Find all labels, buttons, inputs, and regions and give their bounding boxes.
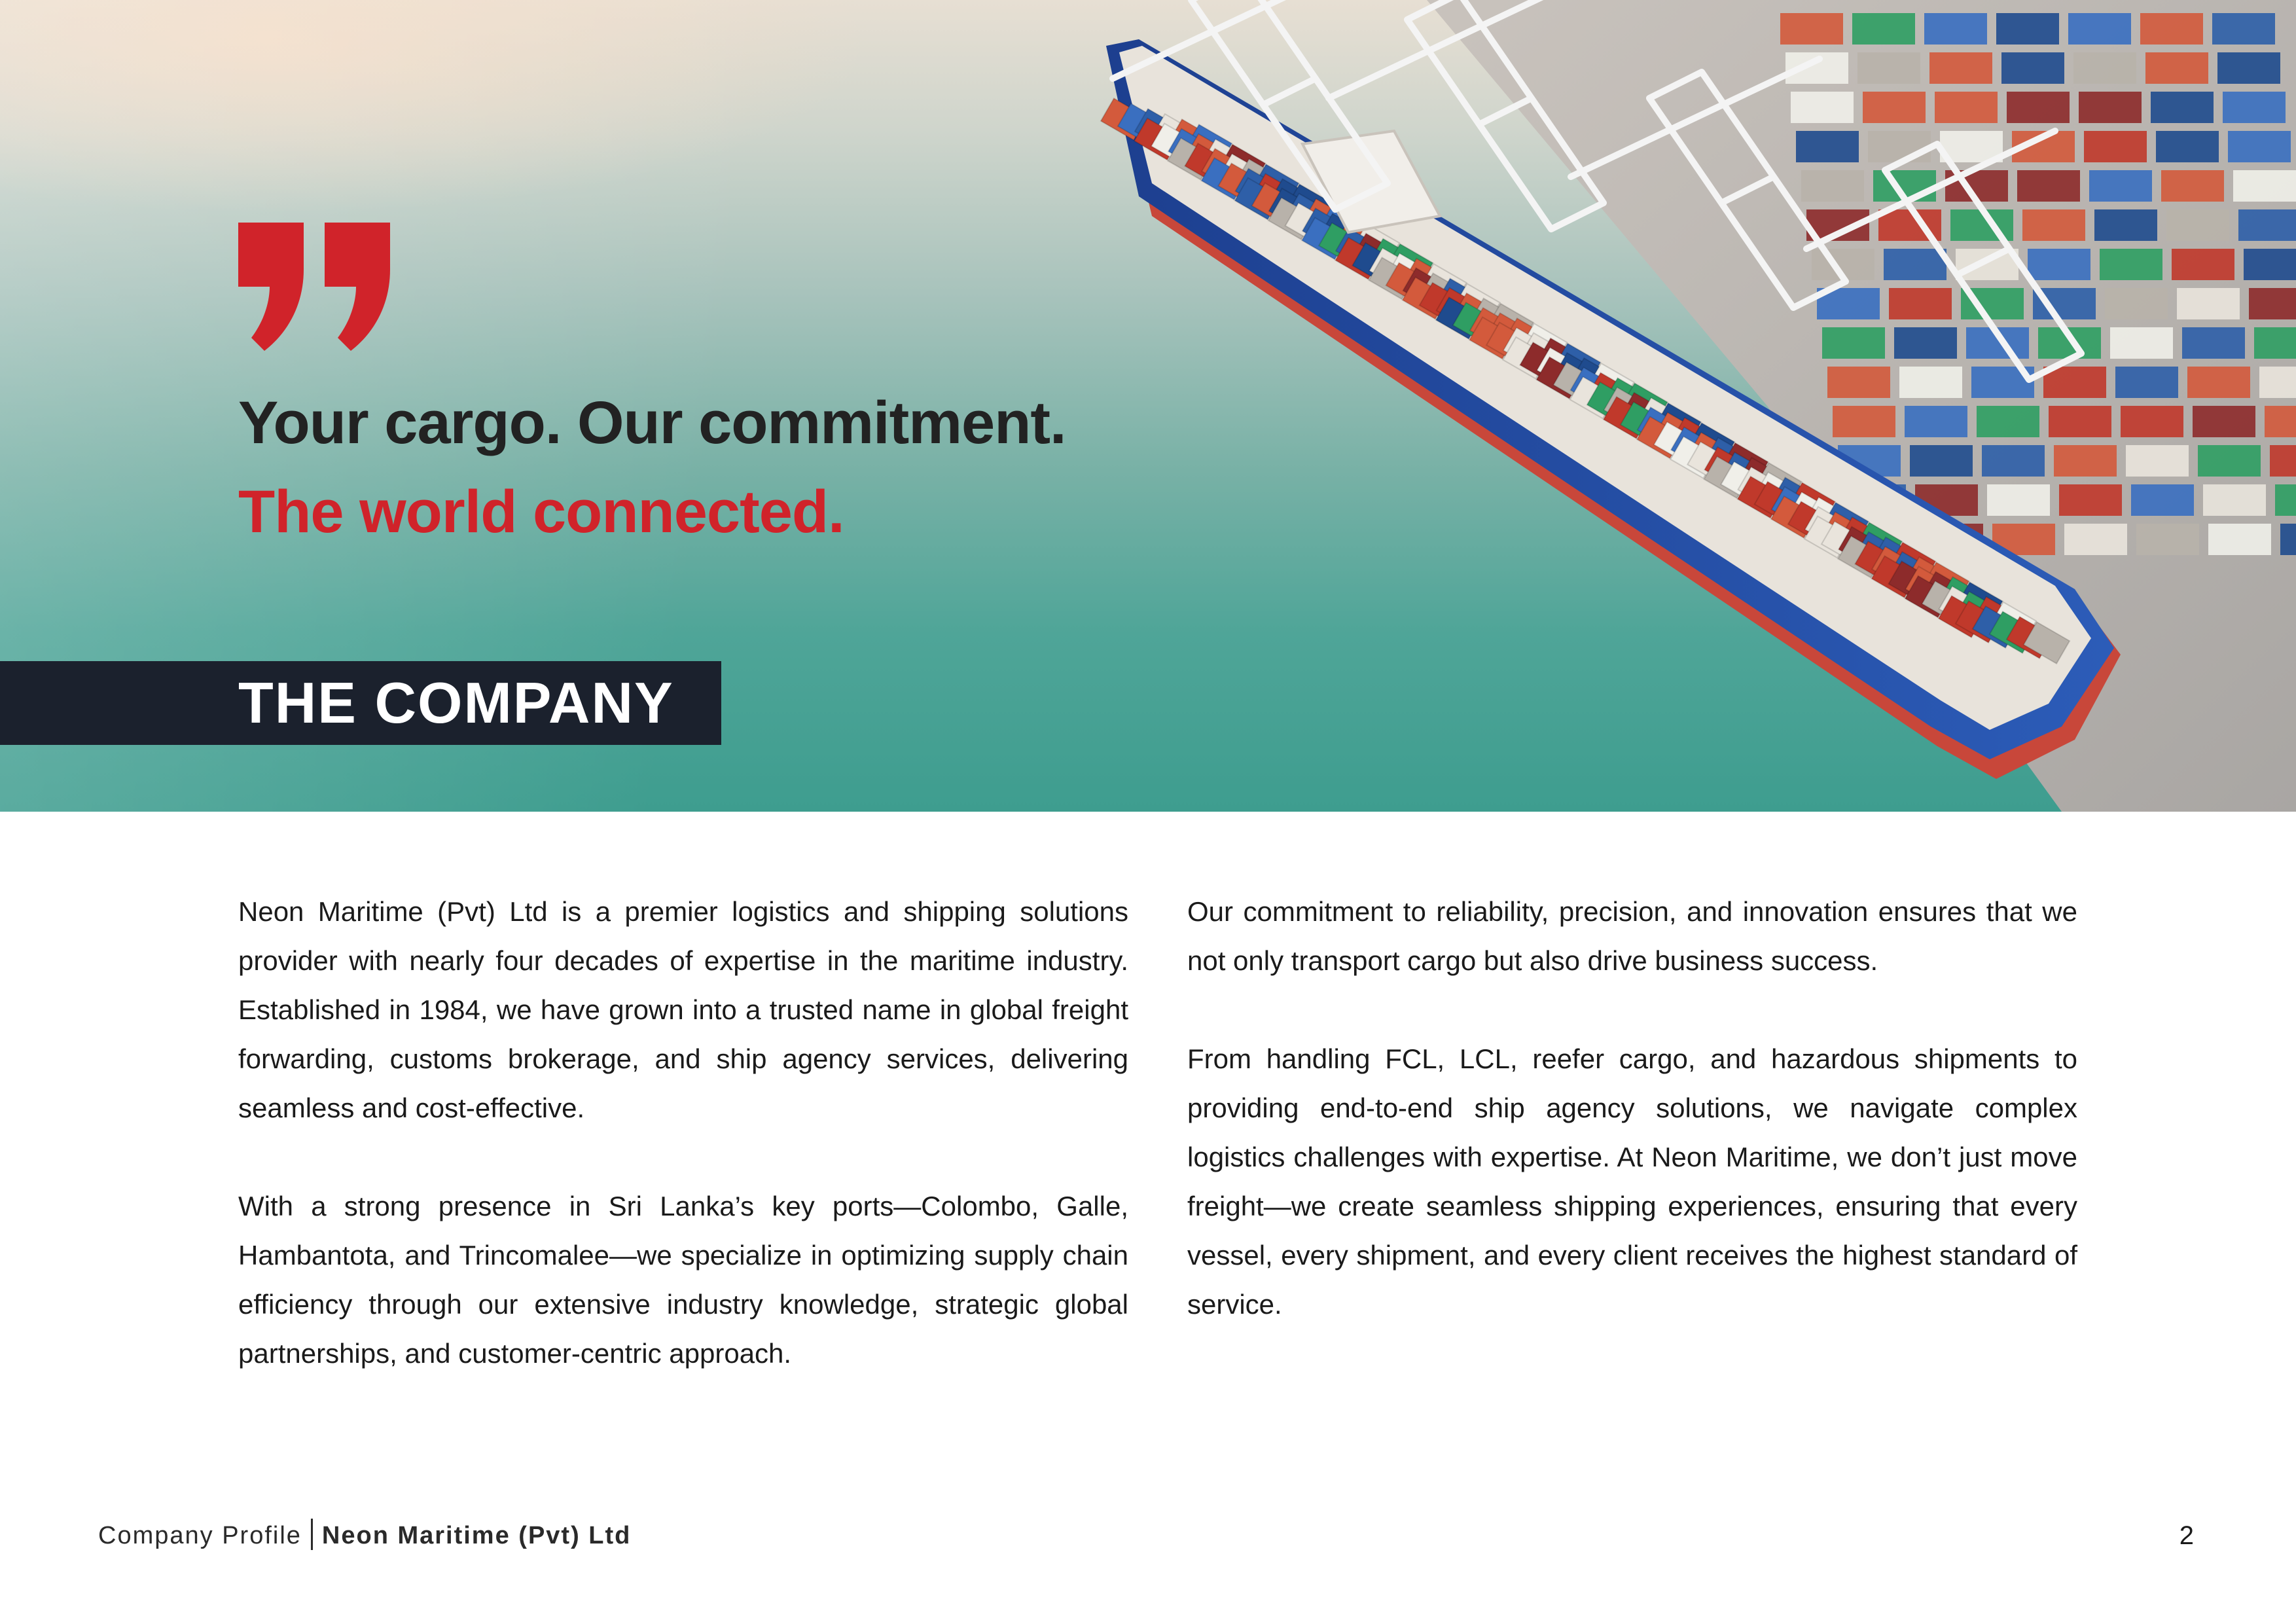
footer-divider	[310, 1519, 313, 1550]
yard-container	[2228, 131, 2291, 162]
yard-container	[2265, 406, 2296, 437]
yard-container	[2161, 170, 2224, 202]
footer-company-name: Neon Maritime (Pvt) Ltd	[321, 1522, 632, 1549]
hero-banner: Your cargo. Our commitment. The world co…	[0, 0, 2296, 812]
yard-container	[1935, 92, 1998, 123]
yard-container	[1863, 92, 1926, 123]
yard-container	[2177, 288, 2240, 319]
yard-container	[1996, 13, 2059, 45]
yard-container	[2126, 445, 2189, 477]
yard-container	[2068, 13, 2131, 45]
body-column-right: Our commitment to reliability, precision…	[1187, 887, 2077, 1378]
yard-container	[1894, 327, 1957, 359]
yard-container	[2182, 327, 2245, 359]
yard-container	[2064, 524, 2127, 555]
yard-container	[2100, 249, 2162, 280]
yard-container	[2233, 170, 2296, 202]
yard-container	[1982, 445, 2045, 477]
yard-container	[1929, 52, 1992, 84]
yard-container	[1852, 13, 1915, 45]
yard-container	[2073, 52, 2136, 84]
yard-container	[2259, 367, 2296, 398]
yard-container	[2187, 367, 2250, 398]
yard-container	[2156, 131, 2219, 162]
yard-container	[1905, 406, 1967, 437]
yard-container	[2172, 249, 2234, 280]
yard-container	[2001, 52, 2064, 84]
yard-container	[2238, 209, 2296, 241]
yard-container	[2054, 445, 2117, 477]
yard-container	[2145, 52, 2208, 84]
yard-container	[2017, 170, 2080, 202]
tagline-accent: The world connected.	[238, 478, 845, 545]
yard-container	[2203, 484, 2266, 516]
yard-container	[1987, 484, 2050, 516]
section-title-band: THE COMPANY	[0, 661, 721, 745]
yard-container	[2105, 288, 2168, 319]
tagline-primary: Your cargo. Our commitment.	[238, 389, 1067, 456]
yard-container	[2136, 524, 2199, 555]
yard-container	[1857, 52, 1920, 84]
footer: Company Profile Neon Maritime (Pvt) Ltd	[98, 1517, 631, 1554]
yard-container	[2208, 524, 2271, 555]
footer-label: Company Profile	[98, 1522, 302, 1549]
yard-container	[2007, 92, 2070, 123]
yard-container	[2094, 209, 2157, 241]
yard-container	[2110, 327, 2173, 359]
yard-container	[2275, 484, 2296, 516]
yard-container	[2028, 249, 2090, 280]
yard-container	[1910, 445, 1973, 477]
paragraph: Neon Maritime (Pvt) Ltd is a premier log…	[238, 896, 1128, 1123]
yard-container	[2223, 92, 2286, 123]
yard-container	[1796, 131, 1859, 162]
yard-container	[2121, 406, 2183, 437]
yard-container	[2217, 52, 2280, 84]
yard-container	[2059, 484, 2122, 516]
paragraph: Our commitment to reliability, precision…	[1187, 896, 2077, 976]
section-title: THE COMPANY	[238, 670, 674, 735]
yard-container	[1780, 13, 1843, 45]
yard-container	[2193, 406, 2255, 437]
yard-container	[2131, 484, 2194, 516]
yard-container	[1791, 92, 1854, 123]
yard-container	[2249, 288, 2296, 319]
yard-container	[1822, 327, 1885, 359]
yard-container	[2089, 170, 2152, 202]
closing-quote-icon	[238, 223, 390, 351]
yard-container	[2151, 92, 2214, 123]
yard-container	[2244, 249, 2296, 280]
yard-container	[1833, 406, 1895, 437]
yard-container	[2140, 13, 2203, 45]
paragraph: From handling FCL, LCL, reefer cargo, an…	[1187, 1043, 2077, 1320]
yard-container	[2022, 209, 2085, 241]
paragraph: With a strong presence in Sri Lanka’s ke…	[238, 1191, 1128, 1369]
yard-container	[2115, 367, 2178, 398]
yard-container	[2049, 406, 2111, 437]
yard-container	[1801, 170, 1864, 202]
yard-container	[1884, 249, 1946, 280]
yard-container	[2280, 524, 2296, 555]
yard-container	[1899, 367, 1962, 398]
yard-container	[1827, 367, 1890, 398]
body-column-left: Neon Maritime (Pvt) Ltd is a premier log…	[238, 887, 1128, 1427]
yard-container	[2084, 131, 2147, 162]
page-number: 2	[2179, 1521, 2194, 1550]
yard-container	[2270, 445, 2296, 477]
yard-container	[2079, 92, 2142, 123]
yard-container	[1924, 13, 1987, 45]
yard-container	[2166, 209, 2229, 241]
yard-container	[1868, 131, 1931, 162]
yard-container	[2212, 13, 2275, 45]
yard-container	[1889, 288, 1952, 319]
yard-container	[2254, 327, 2296, 359]
yard-container	[1977, 406, 2039, 437]
yard-container	[2198, 445, 2261, 477]
